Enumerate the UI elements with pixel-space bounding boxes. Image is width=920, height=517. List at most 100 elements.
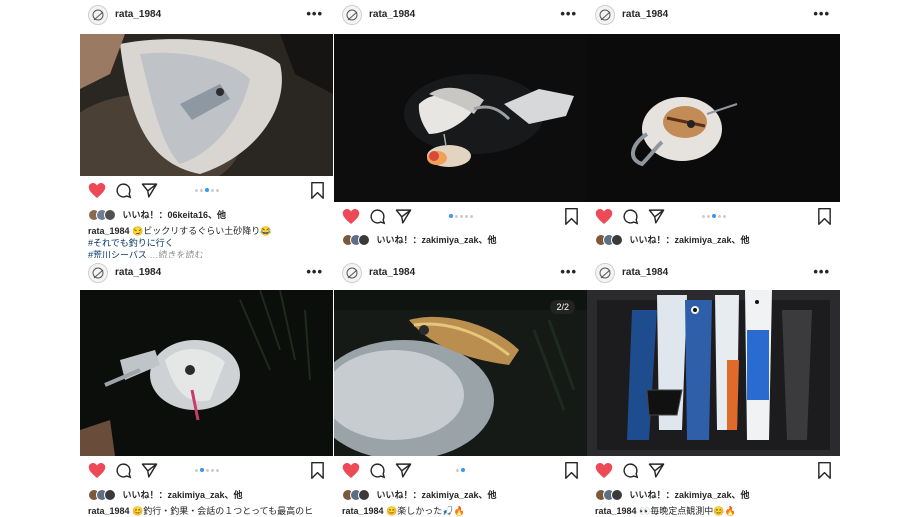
comment-icon[interactable] bbox=[115, 182, 132, 204]
like-heart-icon[interactable] bbox=[88, 462, 106, 484]
likes-line[interactable]: いいね！：zakimiya_zak、他 bbox=[595, 233, 750, 249]
post-header: rata_1984 ••• bbox=[80, 258, 333, 290]
caption: rata_1984 👀毎晩定点観測中😊🔥 bbox=[595, 505, 834, 517]
username[interactable]: rata_1984 bbox=[115, 9, 161, 20]
like-heart-icon[interactable] bbox=[595, 462, 613, 484]
comment-icon[interactable] bbox=[369, 208, 386, 230]
username[interactable]: rata_1984 bbox=[369, 267, 415, 278]
carousel-dot bbox=[215, 189, 219, 192]
action-bar bbox=[587, 204, 840, 230]
avatar[interactable] bbox=[342, 5, 362, 25]
likes-line[interactable]: いいね！：zakimiya_zak、他 bbox=[88, 488, 243, 504]
username[interactable]: rata_1984 bbox=[115, 267, 161, 278]
post-photo[interactable] bbox=[80, 290, 333, 456]
carousel-dot bbox=[194, 189, 198, 192]
share-icon[interactable] bbox=[141, 182, 158, 204]
likes-line[interactable]: いいね！：06keita16、他 bbox=[88, 208, 226, 224]
post-1: rata_1984 ••• いいね！：06keita16、他 rata_1984… bbox=[80, 0, 333, 258]
caption-username[interactable]: rata_1984 bbox=[342, 506, 384, 516]
hashtag[interactable]: #荒川シーバス bbox=[88, 250, 147, 258]
avatar[interactable] bbox=[342, 263, 362, 283]
carousel-dot bbox=[464, 215, 468, 218]
avatar[interactable] bbox=[88, 263, 108, 283]
username[interactable]: rata_1984 bbox=[369, 9, 415, 20]
bookmark-icon[interactable] bbox=[817, 208, 832, 230]
avatar[interactable] bbox=[88, 5, 108, 25]
username[interactable]: rata_1984 bbox=[622, 267, 668, 278]
share-icon[interactable] bbox=[648, 208, 665, 230]
share-icon[interactable] bbox=[395, 462, 412, 484]
likes-text: いいね！：zakimiya_zak、他 bbox=[629, 235, 750, 245]
liker-avatar bbox=[104, 488, 116, 501]
post-photo[interactable] bbox=[80, 34, 333, 176]
likes-text: いいね！：zakimiya_zak、他 bbox=[122, 490, 243, 500]
username[interactable]: rata_1984 bbox=[622, 9, 668, 20]
caption: rata_1984 😊釣行・釣果・会話の１つとっても最高のヒ bbox=[88, 505, 327, 517]
carousel-indicator bbox=[334, 468, 587, 472]
carousel-indicator bbox=[587, 214, 840, 218]
bookmark-icon[interactable] bbox=[564, 462, 579, 484]
post-photo[interactable] bbox=[587, 290, 840, 456]
caption-text: 😊楽しかった🎣🔥 bbox=[386, 506, 465, 516]
carousel-dot bbox=[215, 469, 219, 472]
more-options-icon[interactable]: ••• bbox=[306, 6, 323, 21]
carousel-dot bbox=[194, 469, 198, 472]
comment-icon[interactable] bbox=[622, 462, 639, 484]
post-2: rata_1984 ••• いいね！：zakimiya_zak、他 bbox=[334, 0, 587, 258]
carousel-counter: 2/2 bbox=[550, 300, 575, 314]
caption-text: 😏ビックリするぐらい土砂降り😂 bbox=[132, 226, 272, 236]
more-options-icon[interactable]: ••• bbox=[306, 264, 323, 279]
post-photo[interactable] bbox=[334, 34, 587, 202]
post-4: rata_1984 ••• いいね！：zakimiya_zak、他 rata_1… bbox=[80, 258, 333, 517]
share-icon[interactable] bbox=[395, 208, 412, 230]
post-photo[interactable]: 2/2 bbox=[334, 290, 587, 456]
action-bar bbox=[334, 458, 587, 484]
post-header: rata_1984 ••• bbox=[334, 0, 587, 32]
like-heart-icon[interactable] bbox=[342, 208, 360, 230]
bookmark-icon[interactable] bbox=[817, 462, 832, 484]
caption-username[interactable]: rata_1984 bbox=[88, 226, 130, 236]
carousel-dot bbox=[722, 215, 726, 218]
share-icon[interactable] bbox=[141, 462, 158, 484]
caption-username[interactable]: rata_1984 bbox=[88, 506, 130, 516]
likes-line[interactable]: いいね！：zakimiya_zak、他 bbox=[595, 488, 750, 504]
bookmark-icon[interactable] bbox=[310, 182, 325, 204]
post-photo[interactable] bbox=[587, 34, 840, 202]
bookmark-icon[interactable] bbox=[564, 208, 579, 230]
action-bar bbox=[334, 204, 587, 230]
avatar[interactable] bbox=[595, 5, 615, 25]
hashtag[interactable]: #それでも釣りに行く bbox=[88, 238, 174, 248]
more-options-icon[interactable]: ••• bbox=[560, 264, 577, 279]
likes-text: いいね！：zakimiya_zak、他 bbox=[629, 490, 750, 500]
bookmark-icon[interactable] bbox=[310, 462, 325, 484]
likes-text: いいね！：zakimiya_zak、他 bbox=[376, 490, 497, 500]
read-more-link[interactable]: …続きを読む bbox=[149, 250, 203, 258]
likes-line[interactable]: いいね！：zakimiya_zak、他 bbox=[342, 233, 497, 249]
caption: rata_1984 😊楽しかった🎣🔥 bbox=[342, 505, 581, 517]
caption: rata_1984 😏ビックリするぐらい土砂降り😂 bbox=[88, 225, 327, 237]
comment-icon[interactable] bbox=[115, 462, 132, 484]
avatar[interactable] bbox=[595, 263, 615, 283]
post-header: rata_1984 ••• bbox=[80, 0, 333, 32]
like-heart-icon[interactable] bbox=[342, 462, 360, 484]
carousel-dot bbox=[456, 469, 459, 472]
caption-username[interactable]: rata_1984 bbox=[595, 506, 637, 516]
share-icon[interactable] bbox=[648, 462, 665, 484]
post-5: rata_1984 ••• 2/2 いいね！：zakimiya_zak、他 ra… bbox=[334, 258, 587, 517]
carousel-dot bbox=[210, 469, 214, 472]
more-options-icon[interactable]: ••• bbox=[560, 6, 577, 21]
likes-line[interactable]: いいね！：zakimiya_zak、他 bbox=[342, 488, 497, 504]
more-options-icon[interactable]: ••• bbox=[813, 264, 830, 279]
like-heart-icon[interactable] bbox=[88, 182, 106, 204]
liker-avatar bbox=[358, 488, 370, 501]
comment-icon[interactable] bbox=[622, 208, 639, 230]
comment-icon[interactable] bbox=[369, 462, 386, 484]
liker-avatar bbox=[104, 208, 116, 221]
carousel-dot bbox=[210, 189, 214, 192]
carousel-dot bbox=[701, 215, 705, 218]
like-heart-icon[interactable] bbox=[595, 208, 613, 230]
more-options-icon[interactable]: ••• bbox=[813, 6, 830, 21]
post-header: rata_1984 ••• bbox=[334, 258, 587, 290]
carousel-dot-active bbox=[448, 214, 453, 218]
carousel-indicator bbox=[80, 468, 333, 472]
